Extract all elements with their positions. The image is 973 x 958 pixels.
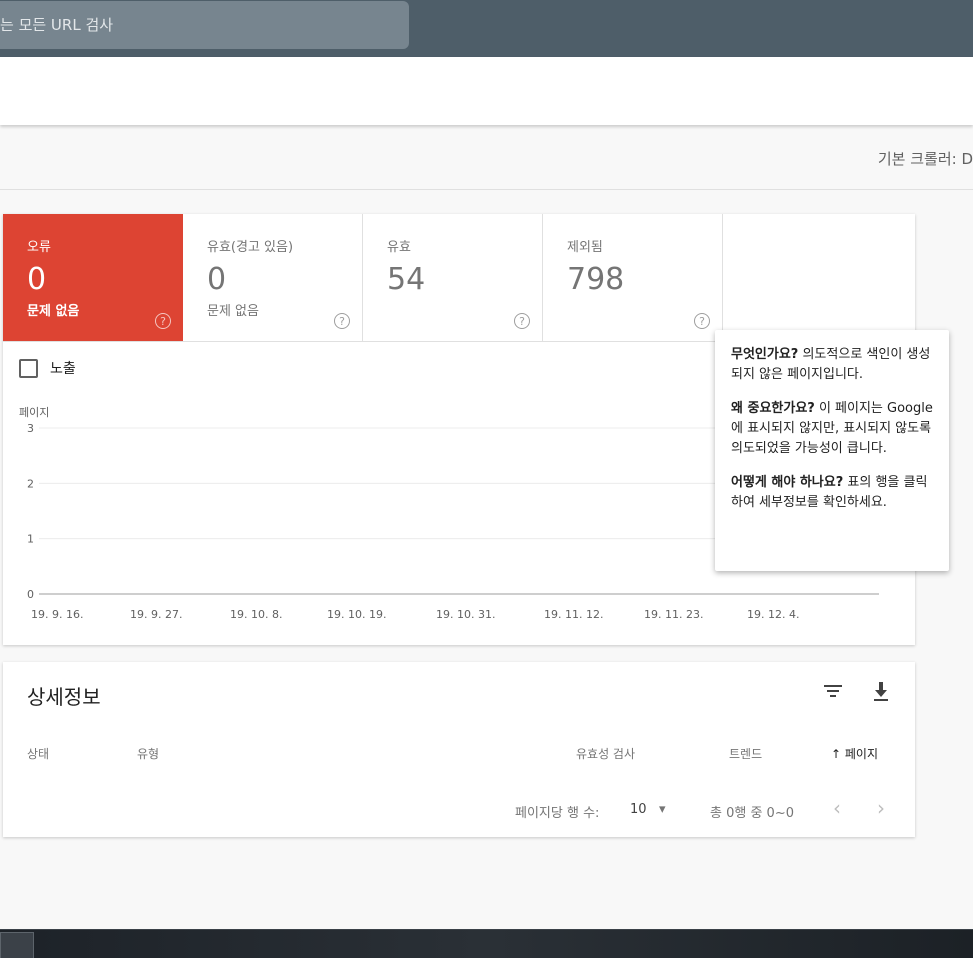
x-tick-label: 19. 11. 23.	[644, 608, 703, 621]
tile-value: 0	[207, 262, 227, 297]
chevron-down-icon[interactable]: ▾	[659, 802, 666, 817]
tile-label: 유효(경고 있음)	[207, 240, 294, 255]
column-header-status[interactable]: 상태	[27, 745, 49, 762]
prev-page-icon[interactable]: ‹	[833, 796, 841, 820]
x-tick-label: 19. 9. 27.	[130, 608, 182, 621]
next-page-icon[interactable]: ›	[877, 796, 885, 820]
tile-label: 제외됨	[567, 240, 603, 255]
tooltip-q2: 왜 중요한가요?	[731, 401, 815, 416]
x-tick-label: 19. 10. 19.	[327, 608, 386, 621]
y-tick-label: 0	[27, 588, 34, 601]
tile-valid-with-warnings[interactable]: 유효(경고 있음) 0 문제 없음 ?	[183, 214, 363, 341]
y-tick-label: 3	[27, 422, 34, 435]
impressions-label: 노출	[50, 361, 76, 377]
page-header-band	[0, 57, 973, 125]
tooltip-q3: 어떻게 해야 하나요?	[731, 475, 844, 490]
x-tick-label: 19. 10. 31.	[436, 608, 495, 621]
y-tick-label: 2	[27, 477, 34, 490]
column-header-type[interactable]: 유형	[137, 745, 159, 762]
taskbar-app-icon[interactable]	[0, 932, 34, 958]
status-tiles: 오류 0 문제 없음 ? 유효(경고 있음) 0 문제 없음 ? 유효 54 ?…	[3, 214, 915, 342]
help-icon[interactable]: ?	[155, 313, 171, 329]
tooltip-q1: 무엇인가요?	[731, 347, 799, 362]
tile-valid[interactable]: 유효 54 ?	[363, 214, 543, 341]
header-divider	[0, 189, 973, 190]
x-tick-label: 19. 12. 4.	[747, 608, 799, 621]
top-app-bar	[0, 0, 973, 57]
tile-value: 0	[27, 262, 47, 297]
x-tick-label: 19. 9. 16.	[31, 608, 83, 621]
help-icon[interactable]: ?	[694, 313, 710, 329]
tile-label: 유효	[387, 240, 411, 255]
y-tick-label: 1	[27, 533, 34, 546]
impressions-checkbox[interactable]	[19, 358, 38, 378]
tile-value: 54	[387, 262, 426, 297]
rows-per-page-label: 페이지당 행 수:	[515, 806, 600, 821]
impressions-toggle[interactable]: 노출	[19, 358, 76, 378]
excluded-help-tooltip: 무엇인가요? 의도적으로 색인이 생성되지 않은 페이지입니다. 왜 중요한가요…	[715, 330, 949, 571]
column-header-pages[interactable]: ↑ 페이지	[831, 745, 878, 762]
tile-excluded[interactable]: 제외됨 798 ?	[543, 214, 723, 341]
url-inspect-input[interactable]	[0, 1, 409, 49]
primary-crawler-label: 기본 크롤러: D	[877, 150, 973, 168]
details-card: 상세정보 상태 유형 유효성 검사 트렌드 ↑ 페이지 페이지당 행 수: 10…	[3, 662, 915, 837]
pagination-range: 총 0행 중 0~0	[710, 806, 794, 821]
download-icon[interactable]	[871, 680, 891, 702]
url-inspect-search[interactable]	[0, 1, 409, 49]
tile-value: 798	[567, 262, 625, 297]
tile-label: 오류	[27, 240, 51, 255]
help-icon[interactable]: ?	[334, 313, 350, 329]
os-taskbar	[0, 929, 973, 958]
filter-icon[interactable]	[823, 682, 843, 700]
help-icon[interactable]: ?	[514, 313, 530, 329]
x-tick-label: 19. 10. 8.	[230, 608, 282, 621]
tooltip-how: 어떻게 해야 하나요? 표의 행을 클릭하여 세부정보를 확인하세요.	[731, 473, 933, 513]
tooltip-why: 왜 중요한가요? 이 페이지는 Google에 표시되지 않지만, 표시되지 않…	[731, 399, 933, 459]
x-tick-label: 19. 11. 12.	[544, 608, 603, 621]
column-header-validation[interactable]: 유효성 검사	[576, 745, 635, 762]
details-title: 상세정보	[27, 685, 101, 709]
tile-error[interactable]: 오류 0 문제 없음 ?	[3, 214, 183, 341]
rows-per-page-select[interactable]: 10	[630, 802, 647, 817]
tooltip-what: 무엇인가요? 의도적으로 색인이 생성되지 않은 페이지입니다.	[731, 345, 933, 385]
column-header-trend[interactable]: 트렌드	[729, 745, 762, 762]
